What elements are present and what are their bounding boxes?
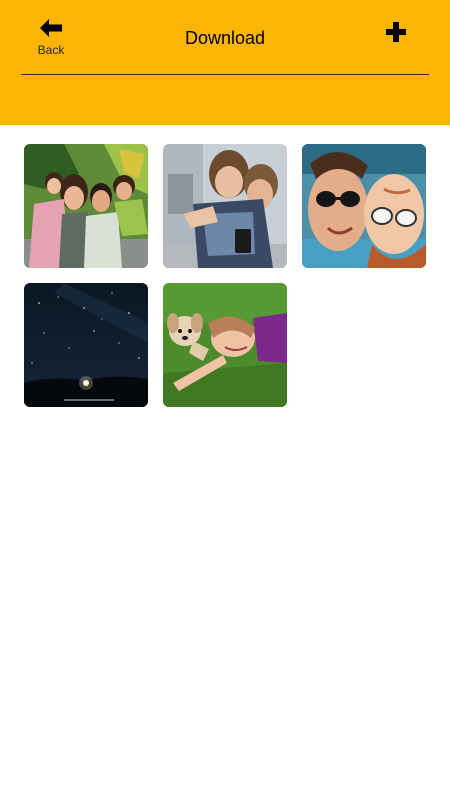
download-screen: Back Download [0,0,450,800]
photo-thumbnail-sunglasses-selfie[interactable] [302,144,426,268]
header-divider [21,74,429,75]
photo-grid [24,144,426,407]
add-button[interactable] [384,20,408,44]
app-header: Back Download [0,0,450,125]
sunglasses-selfie-photo-image [302,144,426,268]
photo-thumbnail-couple[interactable] [163,144,287,268]
girl-with-dog-photo-image [163,283,287,407]
page-title: Download [184,28,266,48]
couple-photo-image [163,144,287,268]
family-photo-image [24,144,148,268]
photo-thumbnail-girl-with-dog[interactable] [163,283,287,407]
night-sky-photo-image [24,283,148,407]
plus-icon [386,22,406,42]
photo-thumbnail-family[interactable] [24,144,148,268]
photo-thumbnail-night-sky[interactable] [24,283,148,407]
